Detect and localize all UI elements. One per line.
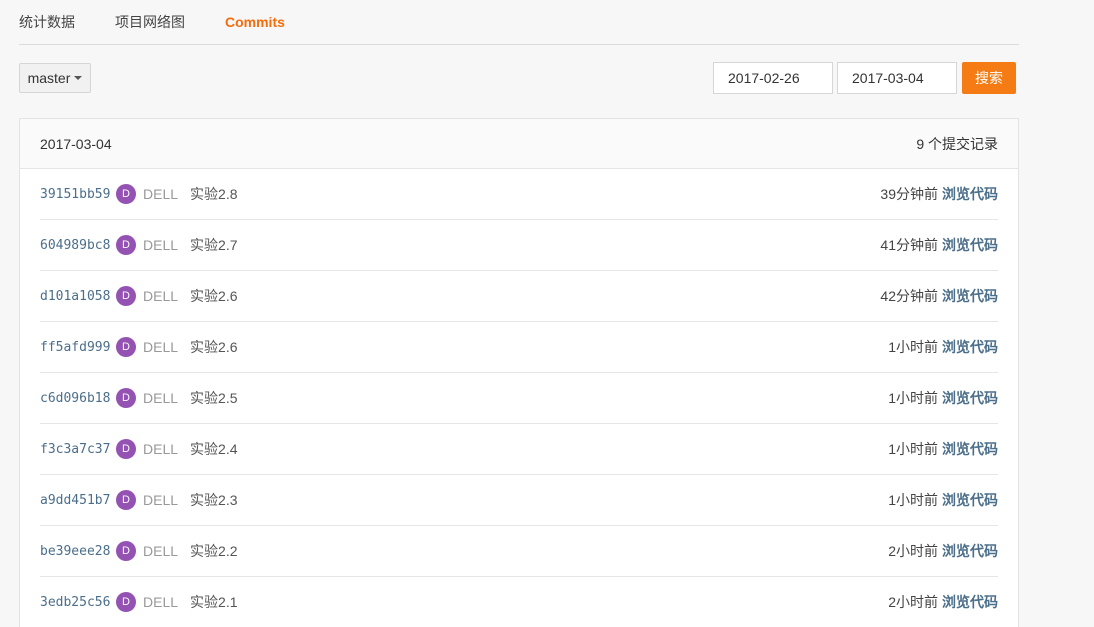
commit-info: d101a1058 D DELL 实验2.6 xyxy=(40,286,238,306)
commit-info: 3edb25c56 D DELL 实验2.1 xyxy=(40,592,238,612)
author-name[interactable]: DELL xyxy=(143,441,178,457)
commit-message-link[interactable]: 实验2.3 xyxy=(190,490,237,510)
commit-meta: 1小时前 浏览代码 xyxy=(888,490,998,510)
author-avatar[interactable]: D xyxy=(116,439,136,459)
commit-sha-link[interactable]: 604989bc8 xyxy=(40,238,116,253)
commit-sha-link[interactable]: 39151bb59 xyxy=(40,187,116,202)
commit-message-link[interactable]: 实验2.1 xyxy=(190,592,237,612)
commit-time: 1小时前 xyxy=(888,339,938,355)
author-avatar[interactable]: D xyxy=(116,235,136,255)
commit-sha-link[interactable]: d101a1058 xyxy=(40,289,116,304)
browse-code-link[interactable]: 浏览代码 xyxy=(942,388,998,408)
commit-info: be39eee28 D DELL 实验2.2 xyxy=(40,541,238,561)
author-avatar[interactable]: D xyxy=(116,337,136,357)
commit-meta: 2小时前 浏览代码 xyxy=(888,592,998,612)
commit-meta: 1小时前 浏览代码 xyxy=(888,388,998,408)
author-avatar[interactable]: D xyxy=(116,490,136,510)
commit-time: 2小时前 xyxy=(888,543,938,559)
commit-time: 1小时前 xyxy=(888,441,938,457)
commit-info: 39151bb59 D DELL 实验2.8 xyxy=(40,184,238,204)
browse-code-link[interactable]: 浏览代码 xyxy=(942,337,998,357)
author-name[interactable]: DELL xyxy=(143,186,178,202)
commit-message-link[interactable]: 实验2.6 xyxy=(190,337,237,357)
browse-code-link[interactable]: 浏览代码 xyxy=(942,490,998,510)
browse-code-link[interactable]: 浏览代码 xyxy=(942,235,998,255)
caret-down-icon xyxy=(74,76,83,80)
commit-list: 39151bb59 D DELL 实验2.8 39分钟前 浏览代码 604989… xyxy=(20,169,1018,627)
commit-message-link[interactable]: 实验2.8 xyxy=(190,184,237,204)
commit-sha-link[interactable]: 3edb25c56 xyxy=(40,595,116,610)
commit-date: 2017-03-04 xyxy=(40,135,112,152)
commits-panel: 2017-03-04 9 个提交记录 39151bb59 D DELL 实验2.… xyxy=(19,118,1019,627)
author-avatar[interactable]: D xyxy=(116,388,136,408)
commits-panel-header: 2017-03-04 9 个提交记录 xyxy=(20,119,1018,169)
commit-meta: 39分钟前 浏览代码 xyxy=(880,184,998,204)
author-avatar[interactable]: D xyxy=(116,184,136,204)
browse-code-link[interactable]: 浏览代码 xyxy=(942,184,998,204)
commits-page: 统计数据 项目网络图 Commits master 搜索 2017-03-04 … xyxy=(0,0,1094,627)
author-name[interactable]: DELL xyxy=(143,492,178,508)
commit-info: 604989bc8 D DELL 实验2.7 xyxy=(40,235,238,255)
commit-meta: 1小时前 浏览代码 xyxy=(888,439,998,459)
commit-message-link[interactable]: 实验2.4 xyxy=(190,439,237,459)
tab-commits[interactable]: Commits xyxy=(225,0,285,44)
commit-sha-link[interactable]: a9dd451b7 xyxy=(40,493,116,508)
commit-info: ff5afd999 D DELL 实验2.6 xyxy=(40,337,238,357)
commit-meta: 41分钟前 浏览代码 xyxy=(880,235,998,255)
commit-row: c6d096b18 D DELL 实验2.5 1小时前 浏览代码 xyxy=(40,373,998,424)
commit-message-link[interactable]: 实验2.2 xyxy=(190,541,237,561)
commit-time: 2小时前 xyxy=(888,594,938,610)
commit-meta: 1小时前 浏览代码 xyxy=(888,337,998,357)
author-avatar[interactable]: D xyxy=(116,592,136,612)
author-name[interactable]: DELL xyxy=(143,288,178,304)
branch-label: master xyxy=(27,70,71,86)
commit-count: 9 个提交记录 xyxy=(916,135,998,152)
author-avatar[interactable]: D xyxy=(116,286,136,306)
commit-row: f3c3a7c37 D DELL 实验2.4 1小时前 浏览代码 xyxy=(40,424,998,475)
tab-statistics[interactable]: 统计数据 xyxy=(19,0,75,44)
commit-time: 41分钟前 xyxy=(880,237,938,253)
commit-message-link[interactable]: 实验2.7 xyxy=(190,235,237,255)
commit-meta: 2小时前 浏览代码 xyxy=(888,541,998,561)
commit-meta: 42分钟前 浏览代码 xyxy=(880,286,998,306)
tab-network-graph[interactable]: 项目网络图 xyxy=(115,0,185,44)
author-name[interactable]: DELL xyxy=(143,594,178,610)
author-name[interactable]: DELL xyxy=(143,237,178,253)
commit-time: 42分钟前 xyxy=(880,288,938,304)
commit-info: a9dd451b7 D DELL 实验2.3 xyxy=(40,490,238,510)
commit-sha-link[interactable]: ff5afd999 xyxy=(40,340,116,355)
start-date-input[interactable] xyxy=(713,62,833,94)
author-name[interactable]: DELL xyxy=(143,543,178,559)
search-button[interactable]: 搜索 xyxy=(962,62,1016,94)
project-tabs: 统计数据 项目网络图 Commits xyxy=(19,0,1019,45)
author-name[interactable]: DELL xyxy=(143,339,178,355)
commit-message-link[interactable]: 实验2.5 xyxy=(190,388,237,408)
commit-row: ff5afd999 D DELL 实验2.6 1小时前 浏览代码 xyxy=(40,322,998,373)
browse-code-link[interactable]: 浏览代码 xyxy=(942,592,998,612)
branch-selector[interactable]: master xyxy=(19,63,91,93)
commit-time: 1小时前 xyxy=(888,390,938,406)
commit-row: 39151bb59 D DELL 实验2.8 39分钟前 浏览代码 xyxy=(40,169,998,220)
commit-row: 604989bc8 D DELL 实验2.7 41分钟前 浏览代码 xyxy=(40,220,998,271)
commit-row: 3edb25c56 D DELL 实验2.1 2小时前 浏览代码 xyxy=(40,577,998,627)
commit-message-link[interactable]: 实验2.6 xyxy=(190,286,237,306)
commit-info: c6d096b18 D DELL 实验2.5 xyxy=(40,388,238,408)
commit-time: 1小时前 xyxy=(888,492,938,508)
commit-row: be39eee28 D DELL 实验2.2 2小时前 浏览代码 xyxy=(40,526,998,577)
browse-code-link[interactable]: 浏览代码 xyxy=(942,541,998,561)
end-date-input[interactable] xyxy=(837,62,957,94)
commit-sha-link[interactable]: c6d096b18 xyxy=(40,391,116,406)
commit-row: a9dd451b7 D DELL 实验2.3 1小时前 浏览代码 xyxy=(40,475,998,526)
commit-time: 39分钟前 xyxy=(880,186,938,202)
commit-sha-link[interactable]: be39eee28 xyxy=(40,544,116,559)
browse-code-link[interactable]: 浏览代码 xyxy=(942,286,998,306)
browse-code-link[interactable]: 浏览代码 xyxy=(942,439,998,459)
author-name[interactable]: DELL xyxy=(143,390,178,406)
commit-sha-link[interactable]: f3c3a7c37 xyxy=(40,442,116,457)
author-avatar[interactable]: D xyxy=(116,541,136,561)
commit-info: f3c3a7c37 D DELL 实验2.4 xyxy=(40,439,238,459)
commit-row: d101a1058 D DELL 实验2.6 42分钟前 浏览代码 xyxy=(40,271,998,322)
